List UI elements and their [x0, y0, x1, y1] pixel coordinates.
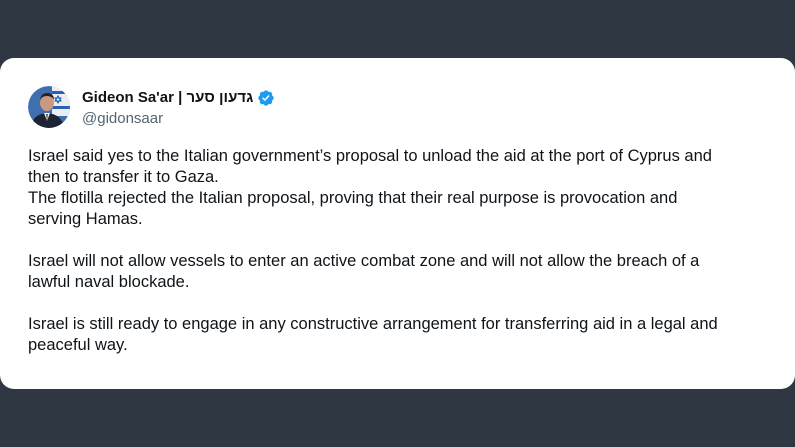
text-line: Israel is still ready to engage in any c…: [28, 315, 718, 333]
tweet-card: Gideon Sa'ar | גדעון סער @gidonsaar Isra…: [0, 58, 795, 389]
tweet-paragraph: Israel will not allow vessels to enter a…: [28, 251, 768, 293]
text-line: peaceful way.: [28, 336, 128, 354]
handle[interactable]: @gidonsaar: [82, 110, 275, 127]
display-name[interactable]: Gideon Sa'ar | גדעון סער: [82, 89, 253, 106]
text-line: Israel said yes to the Italian governmen…: [28, 147, 712, 165]
avatar[interactable]: [28, 86, 70, 128]
text-line: The flotilla rejected the Italian propos…: [28, 189, 678, 207]
text-line: serving Hamas.: [28, 210, 143, 228]
text-line: lawful naval blockade.: [28, 273, 190, 291]
author-info: Gideon Sa'ar | גדעון סער @gidonsaar: [82, 88, 275, 127]
tweet-paragraph: Israel is still ready to engage in any c…: [28, 314, 768, 356]
name-row: Gideon Sa'ar | גדעון סער: [82, 88, 275, 108]
tweet-paragraph: Israel said yes to the Italian governmen…: [28, 146, 768, 230]
tweet-header: Gideon Sa'ar | גדעון סער @gidonsaar: [28, 86, 275, 128]
text-line: then to transfer it to Gaza.: [28, 168, 219, 186]
tweet-text: Israel said yes to the Italian governmen…: [28, 146, 768, 356]
verified-badge-icon: [258, 89, 274, 106]
text-line: Israel will not allow vessels to enter a…: [28, 252, 700, 270]
